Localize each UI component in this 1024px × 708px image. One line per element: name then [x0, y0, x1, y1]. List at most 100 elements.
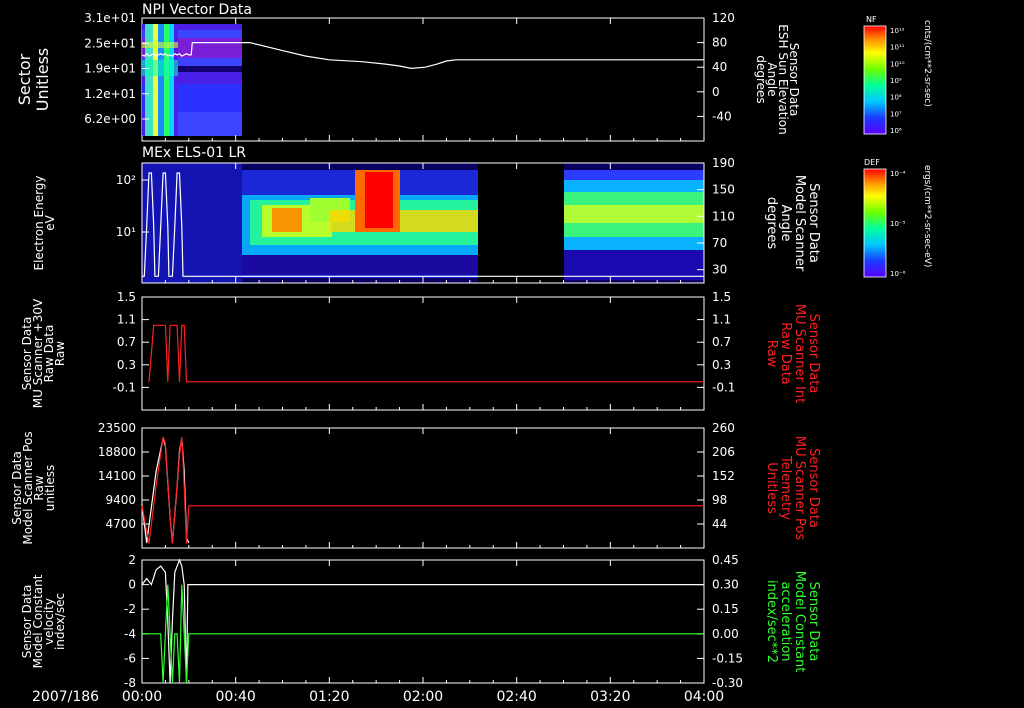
left-y-tick-label: 0.7 — [117, 335, 136, 349]
colorbar-tick-label: 10⁶ — [890, 127, 902, 135]
left-y-tick-label: -2 — [124, 602, 136, 616]
right-y-tick-label: 150 — [712, 183, 735, 197]
colorbar-tick-label: 10¹¹ — [890, 44, 905, 52]
panel-5-axes: 2 0 -2 -4 -6 -8 0.45 0.30 0.15 0.00 -0.15 -0.30 Sens… — [20, 553, 821, 690]
right-axis-label: Sensor Data — [806, 183, 821, 263]
right-y-tick-label: 0.45 — [712, 553, 739, 567]
left-y-tick-label: -0.1 — [113, 380, 136, 394]
right-y-tick-label: 110 — [712, 209, 735, 223]
time-tick-label: 02:40 — [496, 689, 536, 705]
right-axis-label: Model Scanner — [792, 175, 807, 272]
colorbar-def: DEF 10⁻⁴ 10⁻⁵ 10⁻⁶ ergs/(cm**2-sr-sec-eV) — [863, 158, 932, 278]
left-y-tick-label: 4700 — [105, 517, 136, 531]
colorbar-def-unit: ergs/(cm**2-sr-sec-eV) — [922, 165, 932, 267]
series-line-white — [141, 438, 190, 544]
right-y-tick-label: -40 — [712, 109, 732, 123]
series-line-red — [148, 324, 704, 383]
right-y-tick-label: 98 — [712, 493, 727, 507]
right-axis-label: Sensor Data — [806, 582, 821, 662]
right-y-tick-label: 0.00 — [712, 627, 739, 641]
colorbar-tick-label: 10⁷ — [890, 110, 902, 118]
left-axis-label: Unitless — [33, 48, 52, 112]
right-axis-label: Angle — [778, 205, 793, 242]
right-axis-label: Raw Data — [778, 322, 793, 385]
time-tick-label: 03:20 — [590, 689, 630, 705]
left-y-tick-label: -8 — [124, 676, 136, 690]
series-line-red — [141, 436, 704, 544]
right-y-tick-label: 0.3 — [712, 358, 731, 372]
colorbar-tick-label: 10¹² — [890, 27, 905, 35]
panel-3-axes: 1.5 1.1 0.7 0.3 -0.1 1.5 1.1 0.7 0.3 -0.1 Sensor D… — [20, 290, 821, 410]
left-axis-label: Raw — [53, 341, 67, 366]
right-y-tick-label: -0.30 — [712, 676, 743, 690]
right-y-tick-label: 152 — [712, 469, 735, 483]
date-label: 2007/186 — [32, 689, 99, 705]
left-y-tick-label: 18800 — [98, 445, 136, 459]
colorbar-nf-label: NF — [866, 15, 877, 24]
right-axis-label: degrees — [754, 55, 768, 103]
right-y-tick-label: 260 — [712, 421, 735, 435]
left-axis-label: eV — [43, 214, 57, 230]
series-line-white — [141, 558, 704, 684]
right-axis-label: Telemetry — [778, 455, 793, 520]
colorbar-tick-label: 10¹⁰ — [890, 60, 905, 68]
left-y-tick-label: 14100 — [98, 469, 136, 483]
right-axis-label: Model Constant — [792, 571, 807, 673]
left-y-tick-label: -6 — [124, 651, 136, 665]
left-y-tick-label: 2 — [128, 553, 136, 567]
right-axis-label: Sensor Data — [806, 448, 821, 528]
right-y-tick-label: 80 — [712, 36, 727, 50]
left-y-tick-label: 0.3 — [117, 358, 136, 372]
panel-2-title: MEx ELS-01 LR — [142, 145, 246, 161]
series-line-green — [142, 584, 704, 684]
panel-1-title: NPI Vector Data — [142, 2, 252, 18]
multi-panel-time-series-plot: NPI Vector Data MEx ELS-01 LR NF 10¹²10¹… — [10, 2, 932, 705]
left-y-tick-label: 23500 — [98, 421, 136, 435]
left-y-tick-label: 1.1 — [117, 313, 136, 327]
right-axis-label: Unitless — [764, 462, 779, 514]
right-y-tick-label: 44 — [712, 517, 727, 531]
left-y-tick-label: 6.2e+00 — [84, 112, 136, 126]
left-y-tick-label: 1.9e+01 — [84, 62, 136, 76]
left-y-tick-label: 2.5e+01 — [84, 36, 136, 50]
left-y-tick-label: 1.5 — [117, 290, 136, 304]
right-y-tick-label: 1.1 — [712, 313, 731, 327]
right-y-tick-label: 70 — [712, 236, 727, 250]
right-y-tick-label: 0 — [712, 85, 720, 99]
colorbar-nf-unit: cnts/(cm**2-sr-sec) — [922, 20, 932, 107]
right-axis-label: Raw — [764, 340, 779, 368]
right-y-tick-label: 206 — [712, 445, 735, 459]
colorbar-tick-label: 10⁻⁶ — [890, 270, 906, 278]
right-y-tick-label: 190 — [712, 156, 735, 170]
colorbar-tick-label: 10⁻⁴ — [890, 170, 906, 178]
right-y-tick-label: 0.7 — [712, 335, 731, 349]
right-axis-label: Sensor Data — [806, 314, 821, 394]
time-tick-label: 04:00 — [684, 689, 724, 705]
right-y-tick-label: 30 — [712, 263, 727, 277]
right-y-tick-label: 0.15 — [712, 602, 739, 616]
colorbar-nf: NF 10¹² 10¹¹ 10¹⁰ 10⁹ 10⁸ 10⁷ 10⁶ cnts/(cm**2-… — [863, 15, 932, 135]
left-y-tick-label: 3.1e+01 — [84, 11, 136, 25]
colorbar-tick-label: 10⁻⁵ — [890, 220, 906, 228]
left-y-tick-label: 10¹ — [116, 225, 136, 239]
left-y-tick-label: 1.2e+01 — [84, 87, 136, 101]
left-y-tick-label: 9400 — [105, 493, 136, 507]
panel-3-frame — [141, 296, 705, 411]
right-y-tick-label: 1.5 — [712, 290, 731, 304]
time-tick-label: 01:20 — [309, 689, 349, 705]
colorbar-def-label: DEF — [864, 158, 880, 167]
els-spectrogram — [142, 163, 704, 283]
panel-1-axes: 3.1e+01 2.5e+01 1.9e+01 1.2e+01 6.2e+00 120 80… — [15, 11, 801, 141]
right-axis-label: acceleration — [778, 581, 793, 661]
left-axis-label: unitless — [43, 465, 57, 511]
right-axis-label: index/sec**2 — [764, 580, 779, 663]
right-axis-label: degrees — [764, 197, 779, 250]
dynamic-chart-layer: 3.1e+01 2.5e+01 1.9e+01 1.2e+01 6.2e+00 120 80… — [10, 11, 821, 705]
panel-4-frame — [141, 427, 705, 549]
colorbar-tick-label: 10⁹ — [890, 77, 902, 85]
npi-heatmap-block — [142, 24, 242, 136]
right-y-tick-label: -0.1 — [712, 380, 735, 394]
left-axis-label: index/sec — [53, 593, 67, 650]
left-y-tick-label: 0 — [128, 578, 136, 592]
panel-5-frame — [141, 559, 705, 684]
